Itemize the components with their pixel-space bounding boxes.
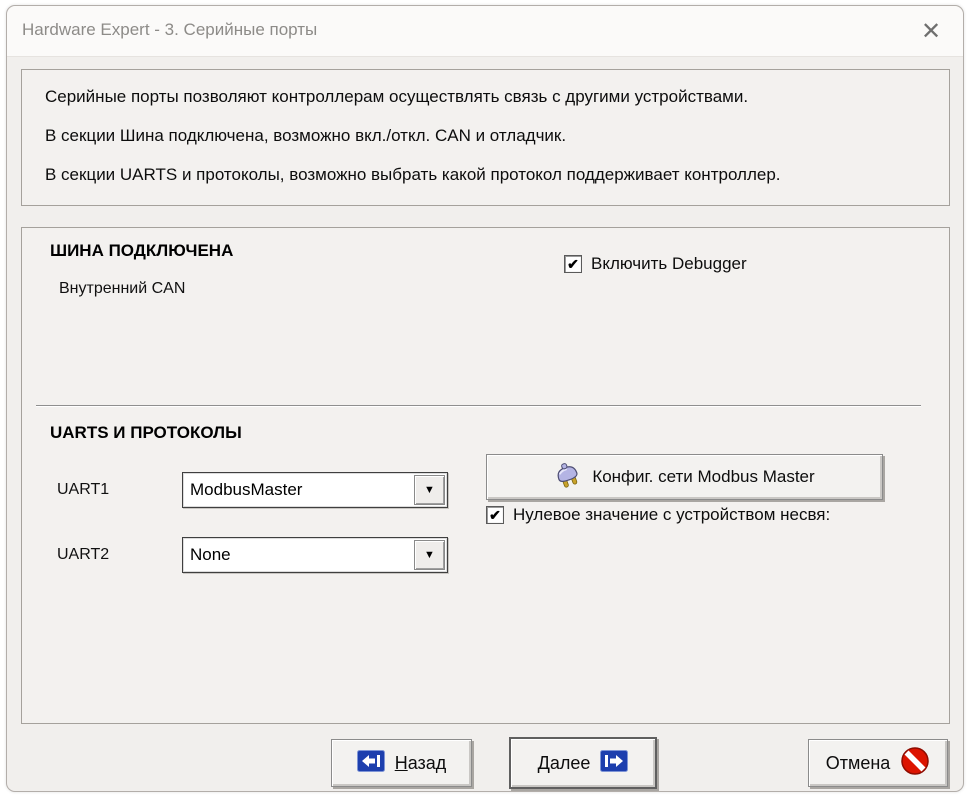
- modbus-config-button[interactable]: Конфиг. сети Modbus Master: [486, 454, 883, 500]
- uart1-combobox-value: ModbusMaster: [190, 480, 303, 499]
- chevron-down-icon: ▼: [424, 549, 435, 561]
- debugger-checkbox[interactable]: ✔ Включить Debugger: [564, 254, 747, 274]
- uart2-label: UART2: [57, 546, 110, 563]
- uart2-dropdown-button[interactable]: ▼: [414, 540, 445, 570]
- back-button-rest: азад: [407, 752, 447, 773]
- arrow-left-to-bar-icon: [356, 749, 385, 777]
- uart2-combobox[interactable]: None ▼: [182, 537, 448, 573]
- bus-name: Внутренний CAN: [59, 280, 186, 297]
- section-divider: [36, 405, 921, 407]
- null-value-checkbox[interactable]: ✔ Нулевое значение с устройством несвя:: [486, 505, 830, 525]
- cancel-button[interactable]: Отмена: [808, 739, 948, 787]
- next-button-mnemonic: Д: [537, 752, 550, 773]
- wizard-dialog: Hardware Expert - 3. Серийные порты ✕ Се…: [6, 5, 964, 792]
- plug-icon: [554, 462, 582, 493]
- intro-panel: Серийные порты позволяют контроллерам ос…: [21, 69, 950, 206]
- title-bar: Hardware Expert - 3. Серийные порты ✕: [7, 6, 963, 57]
- debugger-checkbox-label: Включить Debugger: [591, 254, 747, 273]
- uart2-combobox-value: None: [190, 545, 231, 564]
- uart1-dropdown-button[interactable]: ▼: [414, 475, 445, 505]
- checkbox-check-icon[interactable]: ✔: [486, 506, 504, 524]
- intro-line-3: В секции UARTS и протоколы, возможно выб…: [45, 165, 781, 184]
- uart1-label: UART1: [57, 481, 110, 498]
- next-button[interactable]: Далее: [509, 737, 657, 789]
- chevron-down-icon: ▼: [424, 484, 435, 496]
- back-button-label: Назад: [395, 753, 447, 774]
- cancel-button-label: Отмена: [825, 752, 891, 773]
- back-button[interactable]: Назад: [331, 739, 472, 787]
- no-entry-icon: [900, 746, 930, 781]
- checkbox-check-icon[interactable]: ✔: [564, 255, 582, 273]
- next-button-rest: алее: [549, 752, 591, 773]
- window-title: Hardware Expert - 3. Серийные порты: [22, 20, 318, 39]
- intro-line-2: В секции Шина подключена, возможно вкл./…: [45, 126, 567, 145]
- bus-section-heading: ШИНА ПОДКЛЮЧЕНА: [50, 241, 234, 260]
- modbus-config-button-label: Конфиг. сети Modbus Master: [592, 467, 815, 486]
- arrow-right-from-bar-icon: [600, 749, 629, 777]
- close-icon[interactable]: ✕: [915, 16, 947, 48]
- null-value-checkbox-label: Нулевое значение с устройством несвя:: [513, 505, 831, 524]
- next-button-label: Далее: [538, 753, 591, 774]
- uart-section-heading: UARTS И ПРОТОКОЛЫ: [50, 423, 242, 442]
- intro-line-1: Серийные порты позволяют контроллерам ос…: [45, 87, 749, 106]
- uart1-combobox[interactable]: ModbusMaster ▼: [182, 472, 448, 508]
- back-button-mnemonic: Н: [394, 752, 408, 773]
- main-panel: ШИНА ПОДКЛЮЧЕНА Внутренний CAN ✔ Включит…: [21, 227, 950, 724]
